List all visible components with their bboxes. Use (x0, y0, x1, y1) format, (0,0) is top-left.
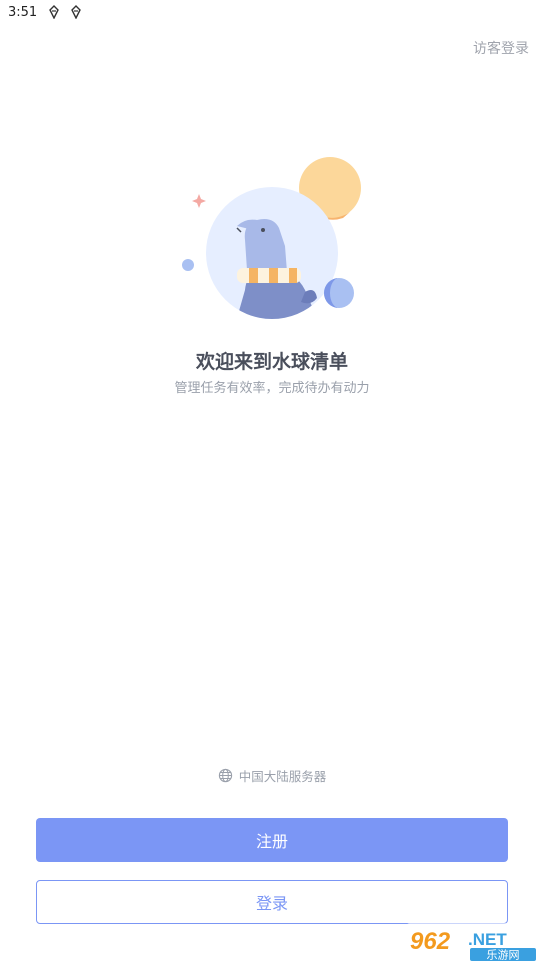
welcome-title: 欢迎来到水球清单 (195, 351, 348, 373)
server-selector[interactable]: 中国大陆服务器 (0, 766, 544, 785)
welcome-illustration (182, 157, 361, 319)
watermark-caption: 乐游网 (487, 949, 520, 962)
status-bar: 3:51 (0, 0, 544, 24)
server-label: 中国大陆服务器 (238, 769, 327, 784)
watermark-brand: 962 (410, 928, 451, 955)
globe-icon (218, 768, 232, 783)
notification-icon-2 (71, 5, 82, 19)
login-screen: 3:51 访客登录 欢迎来到水球清单 管理任务有效率，完成待办有动力 中国大陆服… (0, 0, 544, 967)
register-button[interactable]: 注册 (36, 818, 508, 862)
watermark-suffix: .NET (468, 930, 507, 949)
notification-icon (49, 5, 60, 19)
login-button[interactable]: 登录 (36, 880, 508, 924)
welcome-subtitle: 管理任务有效率，完成待办有动力 (174, 381, 370, 396)
status-time: 3:51 (8, 4, 38, 20)
watermark-logo: 962 .NET 乐游网 (406, 923, 540, 963)
guest-login-link[interactable]: 访客登录 (473, 38, 529, 58)
